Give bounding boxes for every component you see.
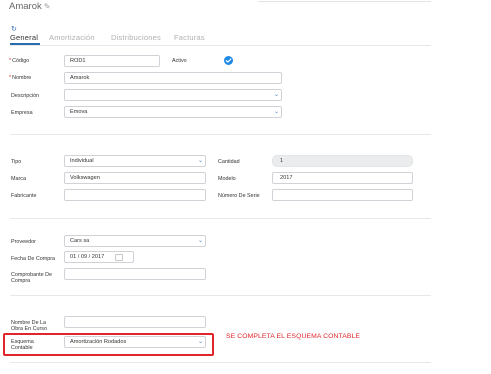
comprobante-input[interactable] [64, 268, 206, 280]
codigo-input[interactable]: ROD1 [64, 55, 160, 67]
tab-general[interactable]: General [10, 33, 38, 42]
numero-serie-label: Número De Serie [218, 193, 260, 199]
header-divider [258, 1, 431, 2]
section-divider [10, 362, 431, 363]
nombre-input[interactable]: Amarok [64, 72, 282, 84]
section-divider [10, 134, 431, 135]
tab-amortizacion[interactable]: Amortización [49, 33, 95, 42]
nombre-label: *Nombre [9, 75, 32, 81]
marca-label: Marca [11, 176, 26, 182]
section-divider [10, 218, 431, 219]
fecha-compra-label: Fecha De Compra [11, 256, 56, 262]
nombre-obra-label: Nombre De La Obra En Curso [11, 320, 47, 332]
nombre-obra-input[interactable] [64, 316, 206, 328]
descripcion-select[interactable]: ⌄ [64, 89, 282, 101]
chevron-down-icon: ⌄ [273, 92, 279, 98]
comprobante-label: Comprobante De Compra [11, 272, 53, 284]
title-text: Amarok [9, 1, 42, 12]
cantidad-input: 1 [272, 155, 413, 167]
tipo-label: Tipo [11, 159, 22, 165]
activo-label: Activo [172, 58, 187, 64]
tabs-divider [10, 45, 431, 46]
activo-checkbox[interactable] [224, 56, 233, 65]
page-title: Amarok ✎ [9, 1, 50, 12]
tab-facturas[interactable]: Facturas [174, 33, 205, 42]
fecha-compra-input[interactable]: 01 / 09 / 2017 [64, 251, 134, 263]
edit-pencil-icon[interactable]: ✎ [44, 2, 51, 11]
fabricante-label: Fabricante [11, 193, 37, 199]
chevron-down-icon: ⌄ [197, 158, 203, 164]
fabricante-input[interactable] [64, 189, 206, 201]
codigo-label: *Código [9, 58, 30, 64]
highlight-box [3, 333, 214, 356]
check-icon [225, 58, 232, 63]
tipo-select[interactable]: Individual ⌄ [64, 155, 206, 167]
proveedor-label: Proveedor [11, 239, 36, 245]
chevron-down-icon: ⌄ [197, 238, 203, 244]
marca-input[interactable]: Volkswagen [64, 172, 206, 184]
numero-serie-input[interactable] [272, 189, 413, 201]
empresa-label: Empresa [11, 110, 33, 116]
calendar-icon[interactable] [115, 254, 123, 261]
modelo-label: Modelo [218, 176, 236, 182]
refresh-icon[interactable]: ↻ [11, 25, 17, 33]
tab-distribuciones[interactable]: Distribuciones [111, 33, 161, 42]
modelo-input[interactable]: 2017 [272, 172, 413, 184]
descripcion-label: Descripción [11, 93, 40, 99]
section-divider [10, 295, 431, 296]
empresa-select[interactable]: Emova ⌄ [64, 106, 282, 118]
chevron-down-icon: ⌄ [273, 109, 279, 115]
annotation-note: SE COMPLETA EL ESQUEMA CONTABLE [226, 333, 361, 340]
proveedor-select[interactable]: Cars sa ⌄ [64, 235, 206, 247]
cantidad-label: Cantidad [218, 159, 240, 165]
